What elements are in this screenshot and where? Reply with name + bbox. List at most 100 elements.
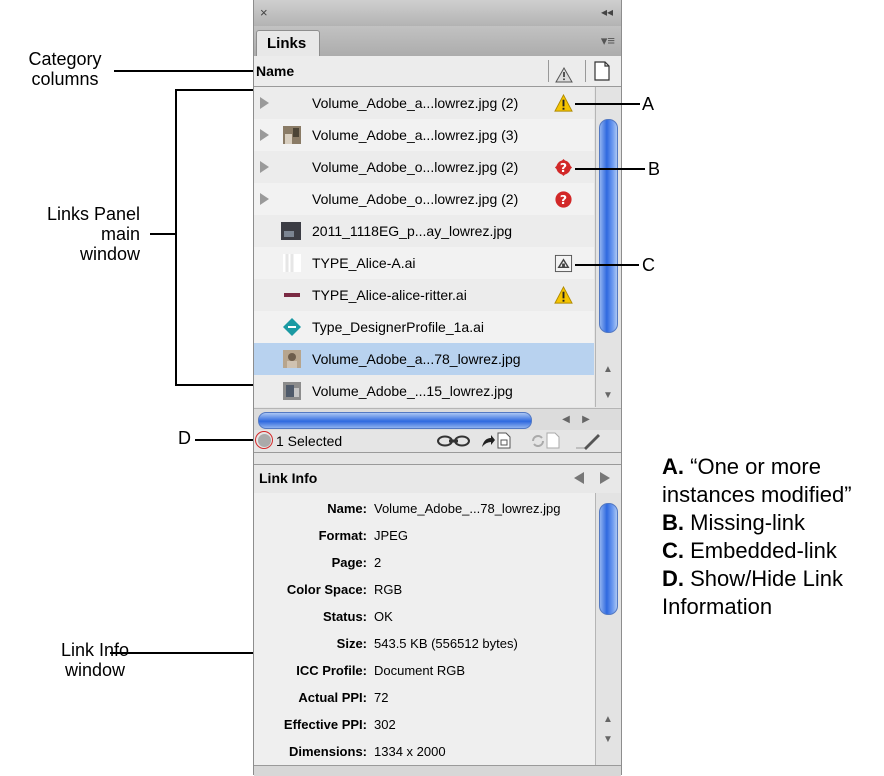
image-thumbnail-icon: [283, 382, 301, 400]
embedded-link-icon[interactable]: [554, 254, 573, 273]
legend-line: instances modified”: [662, 482, 852, 507]
list-item[interactable]: TYPE_Alice-A.ai: [254, 247, 594, 280]
scroll-right-icon[interactable]: ▶: [576, 411, 596, 428]
leader-line: [575, 264, 639, 266]
info-row-actual-ppi: Actual PPI: 72: [298, 690, 389, 705]
info-row-status: Status: OK: [322, 609, 393, 624]
svg-text:?: ?: [560, 161, 567, 175]
scroll-thumb[interactable]: [599, 503, 618, 615]
scroll-down-icon[interactable]: ▼: [598, 731, 618, 748]
info-row-dimensions: Dimensions: 1334 x 2000: [288, 744, 446, 759]
list-item[interactable]: Volume_Adobe_a...lowrez.jpg (3): [254, 119, 594, 152]
edit-pencil-icon[interactable]: [574, 432, 602, 450]
edit-original-icon[interactable]: [497, 432, 511, 449]
bracket-line: [175, 384, 255, 386]
image-thumbnail-icon: [283, 254, 301, 272]
list-item[interactable]: Volume_Adobe_a...lowrez.jpg (2): [254, 87, 594, 120]
missing-link-icon[interactable]: ?: [554, 190, 573, 209]
list-item[interactable]: 2011_1118EG_p...ay_lowrez.jpg: [254, 215, 594, 248]
list-item-selected[interactable]: Volume_Adobe_a...78_lowrez.jpg: [254, 343, 594, 376]
list-item[interactable]: TYPE_Alice-alice-ritter.ai: [254, 279, 594, 312]
leader-line: [575, 103, 640, 105]
scroll-left-icon[interactable]: ◀: [556, 411, 576, 428]
link-name: TYPE_Alice-A.ai: [312, 255, 416, 271]
image-thumbnail-icon: [283, 350, 301, 368]
link-info-vertical-scrollbar[interactable]: ▲ ▼: [595, 493, 621, 765]
list-item[interactable]: Volume_Adobe_...15_lowrez.jpg: [254, 375, 594, 407]
leader-line: [575, 168, 645, 170]
bracket-line: [175, 89, 255, 91]
collapse-icon[interactable]: ◂◂: [601, 5, 613, 19]
annotation-category-columns: Category columns: [28, 49, 102, 89]
selected-count: 1 Selected: [276, 433, 343, 449]
bracket-line: [175, 89, 177, 385]
link-name: Volume_Adobe_o...lowrez.jpg (2): [312, 159, 519, 175]
link-name: 2011_1118EG_p...ay_lowrez.jpg: [312, 223, 513, 239]
column-name[interactable]: Name: [256, 56, 294, 86]
legend-line: C. Embedded-link: [662, 538, 837, 563]
list-item[interactable]: Volume_Adobe_o...lowrez.jpg (2) ?: [254, 183, 594, 216]
link-name: TYPE_Alice-alice-ritter.ai: [312, 287, 467, 303]
close-icon[interactable]: ×: [260, 5, 268, 20]
scroll-thumb[interactable]: [258, 412, 532, 429]
leader-line: [110, 652, 254, 654]
annotation-b: B: [648, 159, 661, 179]
scroll-thumb[interactable]: [599, 119, 618, 333]
link-name: Type_DesignerProfile_1a.ai: [312, 319, 484, 335]
show-hide-link-info-icon[interactable]: [258, 434, 271, 447]
relink-icon[interactable]: [436, 434, 472, 448]
disclosure-icon[interactable]: [260, 129, 269, 141]
scroll-down-icon[interactable]: ▼: [598, 387, 618, 404]
link-name: Volume_Adobe_a...lowrez.jpg (3): [312, 127, 519, 143]
list-item[interactable]: Volume_Adobe_o...lowrez.jpg (2) ?: [254, 151, 594, 184]
link-name: Volume_Adobe_...15_lowrez.jpg: [312, 383, 513, 399]
scroll-up-icon[interactable]: ▲: [598, 711, 618, 728]
link-info-title: Link Info: [259, 470, 318, 486]
leader-line: [195, 439, 253, 441]
scroll-up-icon[interactable]: ▲: [598, 361, 618, 378]
annotation-d: D: [178, 428, 191, 448]
disclosure-icon[interactable]: [260, 97, 269, 109]
panel-titlebar: × ◂◂: [254, 0, 621, 27]
leader-line: [114, 70, 254, 72]
column-header: Name: [254, 56, 621, 87]
next-link-icon[interactable]: [598, 471, 612, 485]
disclosure-icon[interactable]: [260, 161, 269, 173]
legend-line: A. “One or more: [662, 454, 821, 479]
missing-link-icon[interactable]: ?: [554, 158, 573, 177]
link-name: Volume_Adobe_a...lowrez.jpg (2): [312, 95, 519, 111]
image-thumbnail-icon: [283, 126, 301, 144]
panel-menu-icon[interactable]: ▾≡: [601, 33, 615, 49]
info-row-effective-ppi: Effective PPI: 302: [283, 717, 396, 732]
disclosure-icon[interactable]: [260, 193, 269, 205]
legend-line: B. Missing-link: [662, 510, 806, 535]
image-thumbnail-icon: [283, 318, 301, 336]
legend-line: Information: [662, 594, 773, 619]
update-page-icon[interactable]: [546, 432, 560, 449]
go-to-link-icon[interactable]: [480, 433, 496, 449]
link-name: Volume_Adobe_o...lowrez.jpg (2): [312, 191, 519, 207]
column-divider: [548, 60, 549, 82]
links-panel: × ◂◂ Links ▾≡ Name Volume_Adobe_a...lowr…: [253, 0, 622, 776]
link-info-body: Name: Volume_Adobe_...78_lowrez.jpg Forma…: [254, 493, 595, 765]
bracket-line: [150, 233, 176, 235]
previous-link-icon[interactable]: [572, 471, 586, 485]
update-link-icon[interactable]: [530, 433, 546, 449]
legend-line: D. Show/Hide Link: [662, 566, 843, 591]
links-horizontal-scrollbar[interactable]: ◀ ▶: [254, 408, 621, 431]
svg-text:?: ?: [560, 193, 567, 207]
links-vertical-scrollbar[interactable]: ▲ ▼: [595, 87, 621, 407]
list-item[interactable]: Type_DesignerProfile_1a.ai: [254, 311, 594, 344]
info-row-size: Size: 543.5 KB (556512 bytes): [336, 636, 518, 651]
info-row-color-space: Color Space: RGB: [286, 582, 403, 597]
annotation-link-info: Link Info window: [60, 640, 130, 680]
info-row-format: Format: JPEG: [318, 528, 408, 543]
info-row-name: Name: Volume_Adobe_...78_lowrez.jpg: [327, 501, 561, 516]
panel-resize-grip[interactable]: [254, 765, 621, 776]
warning-icon[interactable]: [554, 94, 573, 113]
links-list: Volume_Adobe_a...lowrez.jpg (2) Volume_A…: [254, 87, 594, 407]
links-status-bar: 1 Selected: [254, 430, 621, 453]
warning-icon[interactable]: [554, 286, 573, 305]
info-row-page: Page: 2: [331, 555, 382, 570]
tab-links[interactable]: Links: [256, 30, 320, 56]
